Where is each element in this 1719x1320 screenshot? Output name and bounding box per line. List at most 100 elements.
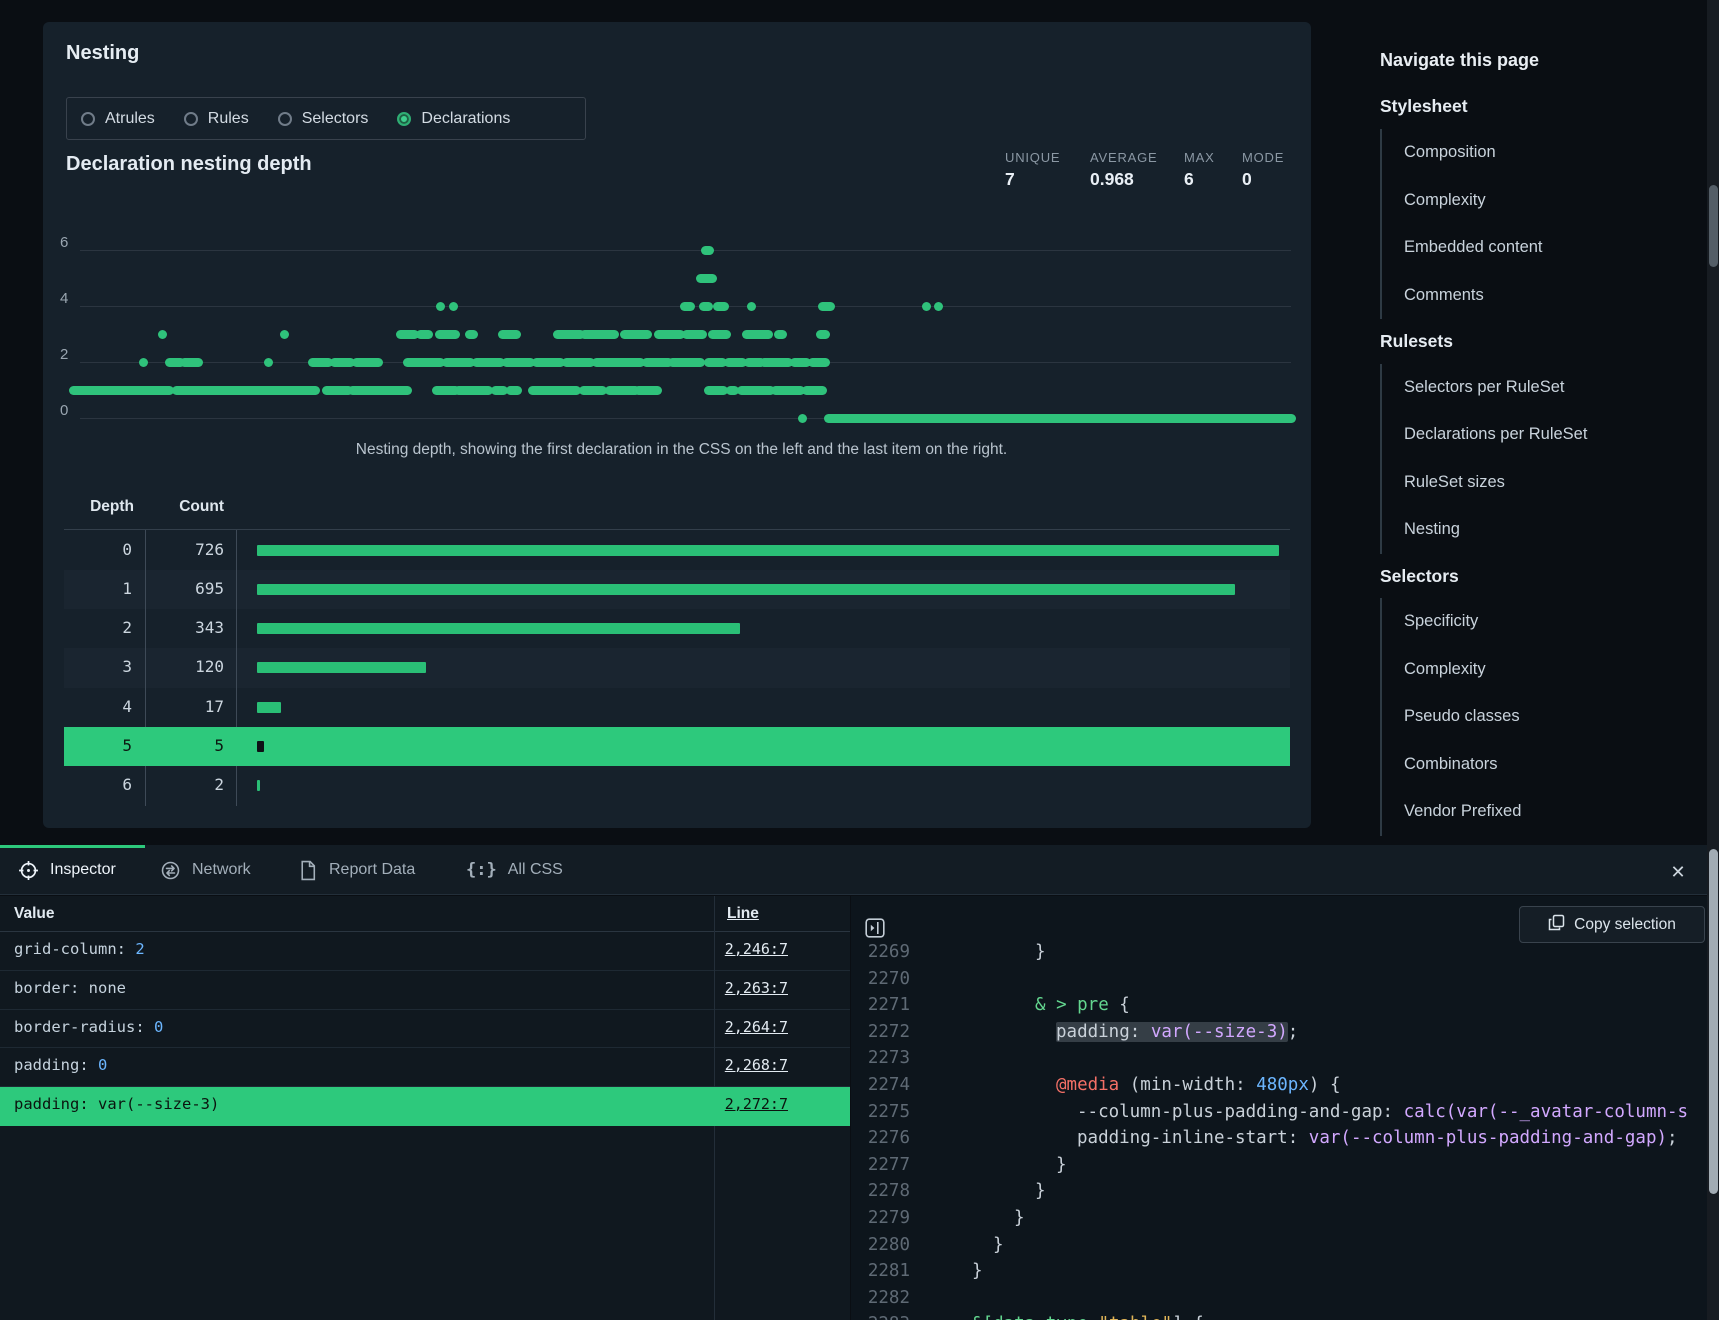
count-bar (257, 584, 1235, 595)
code-line: 2281} (851, 1258, 1707, 1285)
sidebar-item-specificity[interactable]: Specificity (1382, 598, 1712, 646)
code-line: 2280} (851, 1232, 1707, 1259)
table-row-depth-2[interactable]: 2343 (64, 609, 1290, 648)
sidebar-item-vendor-prefixed[interactable]: Vendor Prefixed (1382, 788, 1712, 836)
page-scrollbar-thumb[interactable] (1709, 185, 1718, 267)
scatter-run-depth-1 (454, 386, 493, 395)
declaration-text: grid-column: 2 (14, 940, 145, 958)
depth-cell: 4 (64, 697, 132, 716)
scatter-run-depth-3 (774, 330, 787, 339)
stat-value: 0.968 (1090, 169, 1170, 190)
line-number: 2270 (851, 966, 910, 993)
scatter-run-depth-1 (348, 386, 412, 395)
y-axis-tick-label: 2 (60, 346, 96, 363)
inspector-row[interactable]: grid-column: 2 2,246:7 (0, 932, 850, 971)
chart-caption: Nesting depth, showing the first declara… (72, 441, 1291, 459)
declaration-text: border: none (14, 979, 126, 997)
scatter-run-depth-3 (280, 330, 289, 339)
scatter-run-depth-3 (465, 330, 478, 339)
line-link[interactable]: 2,246:7 (620, 940, 788, 958)
page-scrollbar-track (1707, 0, 1719, 845)
tab-inspector[interactable]: Inspector (18, 845, 116, 895)
sidebar-item-composition[interactable]: Composition (1382, 129, 1712, 177)
code-line: 2270 (851, 966, 1707, 993)
declaration-text: padding: var(--size-3) (14, 1095, 219, 1113)
line-link[interactable]: 2,263:7 (620, 979, 788, 997)
radio-option-atrules[interactable]: Atrules (81, 110, 155, 128)
sidebar-section-selectors: Selectors (1380, 566, 1459, 587)
table-row-depth-4[interactable]: 4 17 (64, 688, 1290, 727)
scatter-run-depth-2 (403, 358, 445, 367)
copy-selection-button[interactable]: Copy selection (1519, 906, 1705, 943)
scatter-run-depth-2 (139, 358, 148, 367)
line-link[interactable]: 2,268:7 (620, 1056, 788, 1074)
scatter-run-depth-2 (562, 358, 595, 367)
stat-unique: UNIQUE7 (1005, 150, 1085, 190)
chart-heading: Declaration nesting depth (66, 153, 312, 176)
sidebar-item-ruleset-sizes[interactable]: RuleSet sizes (1382, 459, 1712, 507)
sidebar-item-complexity[interactable]: Complexity (1382, 177, 1712, 225)
radio-unselected-icon (278, 112, 292, 126)
table-row-depth-6[interactable]: 62 (64, 766, 1290, 805)
radio-option-selectors[interactable]: Selectors (278, 110, 369, 128)
scatter-run-depth-2 (532, 358, 565, 367)
inspector-row[interactable]: padding: 02,268:7 (0, 1048, 850, 1087)
table-row-depth-5[interactable]: 55 (64, 727, 1290, 766)
scatter-run-depth-6 (701, 246, 714, 255)
sidebar-item-declarations-per-ruleset[interactable]: Declarations per RuleSet (1382, 411, 1712, 459)
tab-network[interactable]: Network (160, 845, 251, 895)
code-text: --column-plus-padding-and-gap: calc(var(… (1077, 1099, 1688, 1126)
line-number: 2269 (851, 939, 910, 966)
count-cell: 343 (140, 618, 224, 637)
radio-option-declarations[interactable]: Declarations (397, 110, 510, 128)
count-bar (257, 545, 1279, 556)
sidebar-group: CompositionComplexityEmbedded contentCom… (1380, 129, 1712, 319)
scatter-run-depth-2 (308, 358, 333, 367)
inspector-row[interactable]: border: none 2,263:7 (0, 971, 850, 1010)
scatter-run-depth-3 (682, 330, 707, 339)
inspector-row[interactable]: padding: var(--size-3) 2,272:7 (0, 1087, 850, 1126)
tab-report-data[interactable]: Report Data (298, 845, 415, 895)
close-dock-button[interactable]: ✕ (1664, 858, 1692, 886)
radio-unselected-icon (81, 112, 95, 126)
code-line: 2278} (851, 1178, 1707, 1205)
copy-icon (1548, 914, 1565, 936)
scatter-run-depth-4 (934, 302, 943, 311)
open-panel-icon[interactable] (865, 918, 885, 938)
radio-option-rules[interactable]: Rules (184, 110, 249, 128)
tab-label: All CSS (508, 861, 563, 879)
radio-option-label: Rules (208, 110, 249, 128)
sidebar-item-comments[interactable]: Comments (1382, 272, 1712, 320)
table-row-depth-1[interactable]: 1695 (64, 570, 1290, 609)
code-line: 2272padding: var(--size-3); (851, 1019, 1707, 1046)
sidebar-item-pseudo-classes[interactable]: Pseudo classes (1382, 693, 1712, 741)
scatter-run-depth-2 (592, 358, 645, 367)
sidebar-item-embedded-content[interactable]: Embedded content (1382, 224, 1712, 272)
scatter-run-depth-3 (816, 330, 830, 339)
inspector-row[interactable]: border-radius: 02,264:7 (0, 1010, 850, 1049)
line-link[interactable]: 2,272:7 (620, 1095, 788, 1113)
sidebar-item-nesting[interactable]: Nesting (1382, 506, 1712, 554)
crosshair-icon (18, 860, 39, 881)
table-row-depth-0[interactable]: 0726 (64, 531, 1290, 570)
inspector-header-line[interactable]: Line (727, 905, 759, 923)
depth-cell: 6 (64, 775, 132, 794)
chart-gridline (80, 250, 1291, 251)
scatter-run-depth-3 (435, 330, 460, 339)
scatter-run-depth-2 (472, 358, 505, 367)
table-row-depth-3[interactable]: 3120 (64, 648, 1290, 687)
code-viewer: 2269}22702271& > pre {2272padding: var(-… (851, 896, 1707, 1320)
line-link[interactable]: 2,264:7 (620, 1018, 788, 1036)
tab-all-css[interactable]: {:}All CSS (466, 845, 563, 895)
scatter-run-depth-3 (498, 330, 521, 339)
sidebar-item-combinators[interactable]: Combinators (1382, 741, 1712, 789)
sidebar-item-complexity[interactable]: Complexity (1382, 646, 1712, 694)
count-cell: 17 (140, 697, 224, 716)
tab-label: Inspector (50, 861, 116, 879)
code-scrollbar-thumb[interactable] (1709, 849, 1718, 1194)
count-cell: 726 (140, 540, 224, 559)
sidebar-item-selectors-per-ruleset[interactable]: Selectors per RuleSet (1382, 364, 1712, 412)
code-text: } (1035, 939, 1046, 966)
dock-tab-bar (0, 845, 1719, 895)
code-line: 2276padding-inline-start: var(--column-p… (851, 1125, 1707, 1152)
